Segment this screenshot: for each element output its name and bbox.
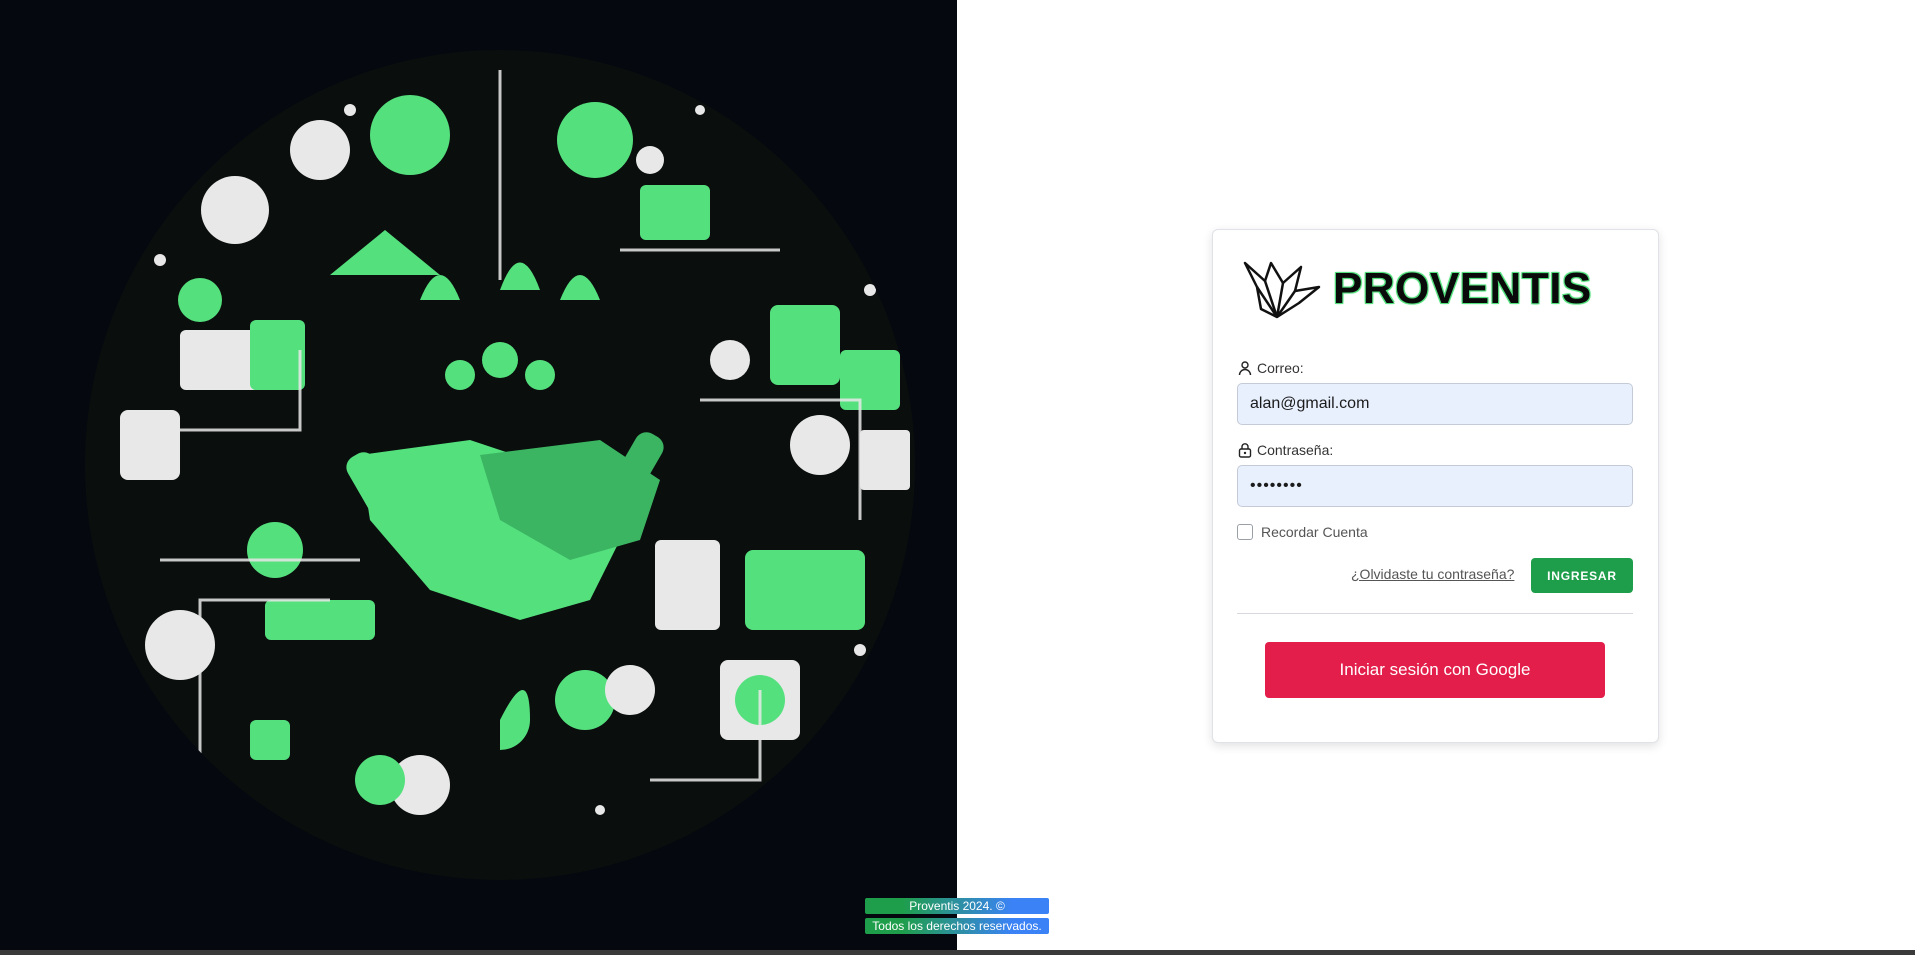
remember-row: Recordar Cuenta: [1237, 524, 1368, 540]
hero-illustration: [0, 0, 957, 955]
password-field[interactable]: ••••••••: [1237, 465, 1633, 507]
email-label-text: Correo:: [1257, 360, 1304, 376]
user-icon: [1237, 360, 1253, 376]
origami-crane-icon: [1243, 261, 1321, 319]
forgot-password-link[interactable]: ¿Olvidaste tu contraseña?: [1351, 566, 1514, 582]
brand-name: PROVENTIS: [1333, 264, 1592, 313]
password-label-text: Contraseña:: [1257, 442, 1334, 458]
remember-checkbox[interactable]: [1237, 524, 1253, 540]
login-page: PROVENTIS Correo: alan@gmail.com Contras…: [0, 0, 1915, 955]
footer-rights: Todos los derechos reservados.: [865, 918, 1049, 934]
footer-copyright: Proventis 2024. ©: [865, 898, 1049, 914]
login-card: PROVENTIS Correo: alan@gmail.com Contras…: [1212, 229, 1659, 743]
email-field[interactable]: alan@gmail.com: [1237, 383, 1633, 425]
login-button[interactable]: INGRESAR: [1531, 558, 1633, 593]
password-label: Contraseña:: [1237, 442, 1333, 458]
eco-collage-image: [85, 50, 915, 880]
remember-label: Recordar Cuenta: [1261, 524, 1368, 540]
lock-icon: [1237, 442, 1253, 458]
brand-logo: PROVENTIS: [1243, 257, 1592, 321]
email-label: Correo:: [1237, 360, 1304, 376]
divider: [1237, 613, 1633, 614]
bottom-edge: [0, 950, 1915, 955]
google-signin-button[interactable]: Iniciar sesión con Google: [1265, 642, 1605, 698]
